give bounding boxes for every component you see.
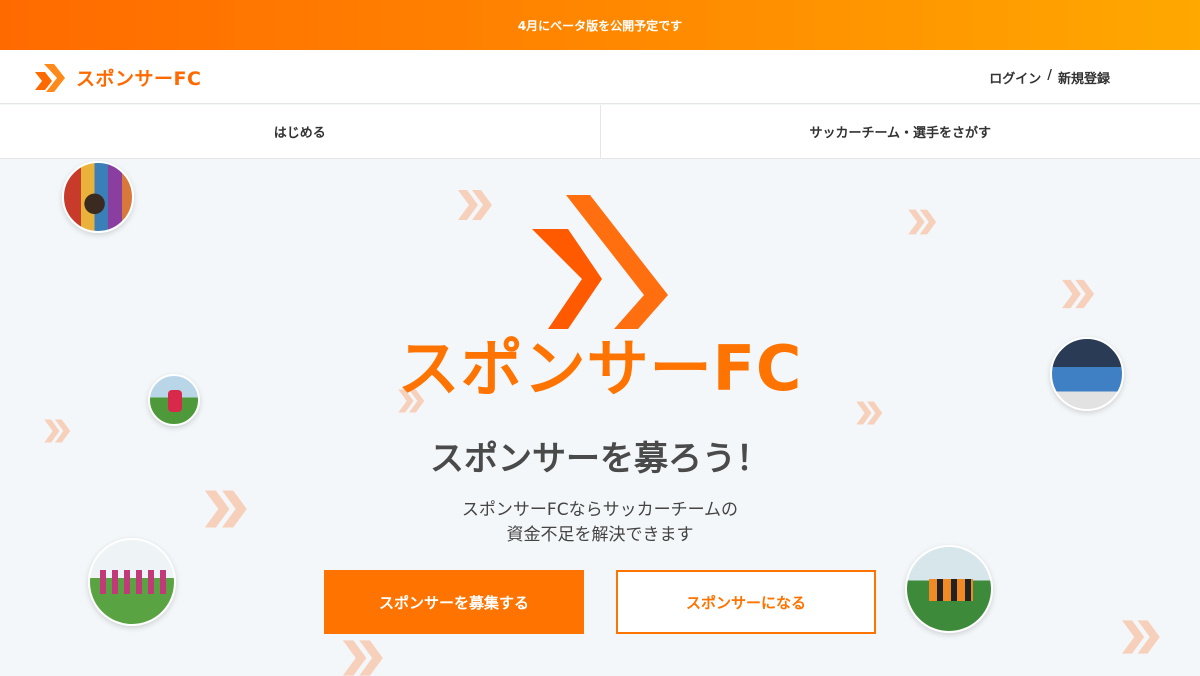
hero-description-line: 資金不足を解決できます xyxy=(506,525,694,545)
hero-section: スポンサーFC スポンサーを募ろう！ スポンサーFCならサッカーチームの 資金不… xyxy=(0,160,1200,676)
chevron-decoration-icon xyxy=(908,209,937,235)
signup-link[interactable]: 新規登録 xyxy=(1058,68,1110,87)
recruit-sponsor-button[interactable]: スポンサーを募集する xyxy=(324,570,584,634)
auth-separator: / xyxy=(1047,68,1052,83)
nav-item-search-teams[interactable]: サッカーチーム・選手をさがす xyxy=(599,105,1200,158)
chevrons-logo-icon xyxy=(35,64,65,92)
hero-brand-name: スポンサーFC xyxy=(397,332,803,405)
chevron-decoration-icon xyxy=(856,401,883,425)
team-photo xyxy=(88,538,176,626)
chevron-decoration-icon xyxy=(1062,279,1095,309)
main-nav: はじめる サッカーチーム・選手をさがす xyxy=(0,105,1200,159)
announcement-text: 4月にベータ版を公開予定です xyxy=(517,18,683,33)
team-photo xyxy=(905,545,993,633)
login-link[interactable]: ログイン xyxy=(989,68,1041,87)
chevron-decoration-icon xyxy=(458,190,492,220)
hero-description-line: スポンサーFCならサッカーチームの xyxy=(461,500,739,520)
nav-item-start[interactable]: はじめる xyxy=(0,105,600,158)
team-photo xyxy=(62,161,134,233)
auth-links: ログイン / 新規登録 xyxy=(989,68,1110,87)
header-brand-name: スポンサーFC xyxy=(76,67,202,90)
chevrons-logo-icon xyxy=(532,195,668,329)
become-sponsor-button[interactable]: スポンサーになる xyxy=(616,570,876,634)
site-header: スポンサーFC ログイン / 新規登録 xyxy=(0,50,1200,104)
header-logo[interactable]: スポンサーFC xyxy=(32,60,201,94)
chevron-decoration-icon xyxy=(1122,620,1160,654)
chevron-decoration-icon xyxy=(44,419,71,443)
chevron-decoration-icon xyxy=(342,640,383,676)
hero-catchphrase: スポンサーを募ろう！ xyxy=(430,439,770,479)
hero-description: スポンサーFCならサッカーチームの 資金不足を解決できます xyxy=(0,498,1200,548)
announcement-bar: 4月にベータ版を公開予定です xyxy=(0,0,1200,50)
